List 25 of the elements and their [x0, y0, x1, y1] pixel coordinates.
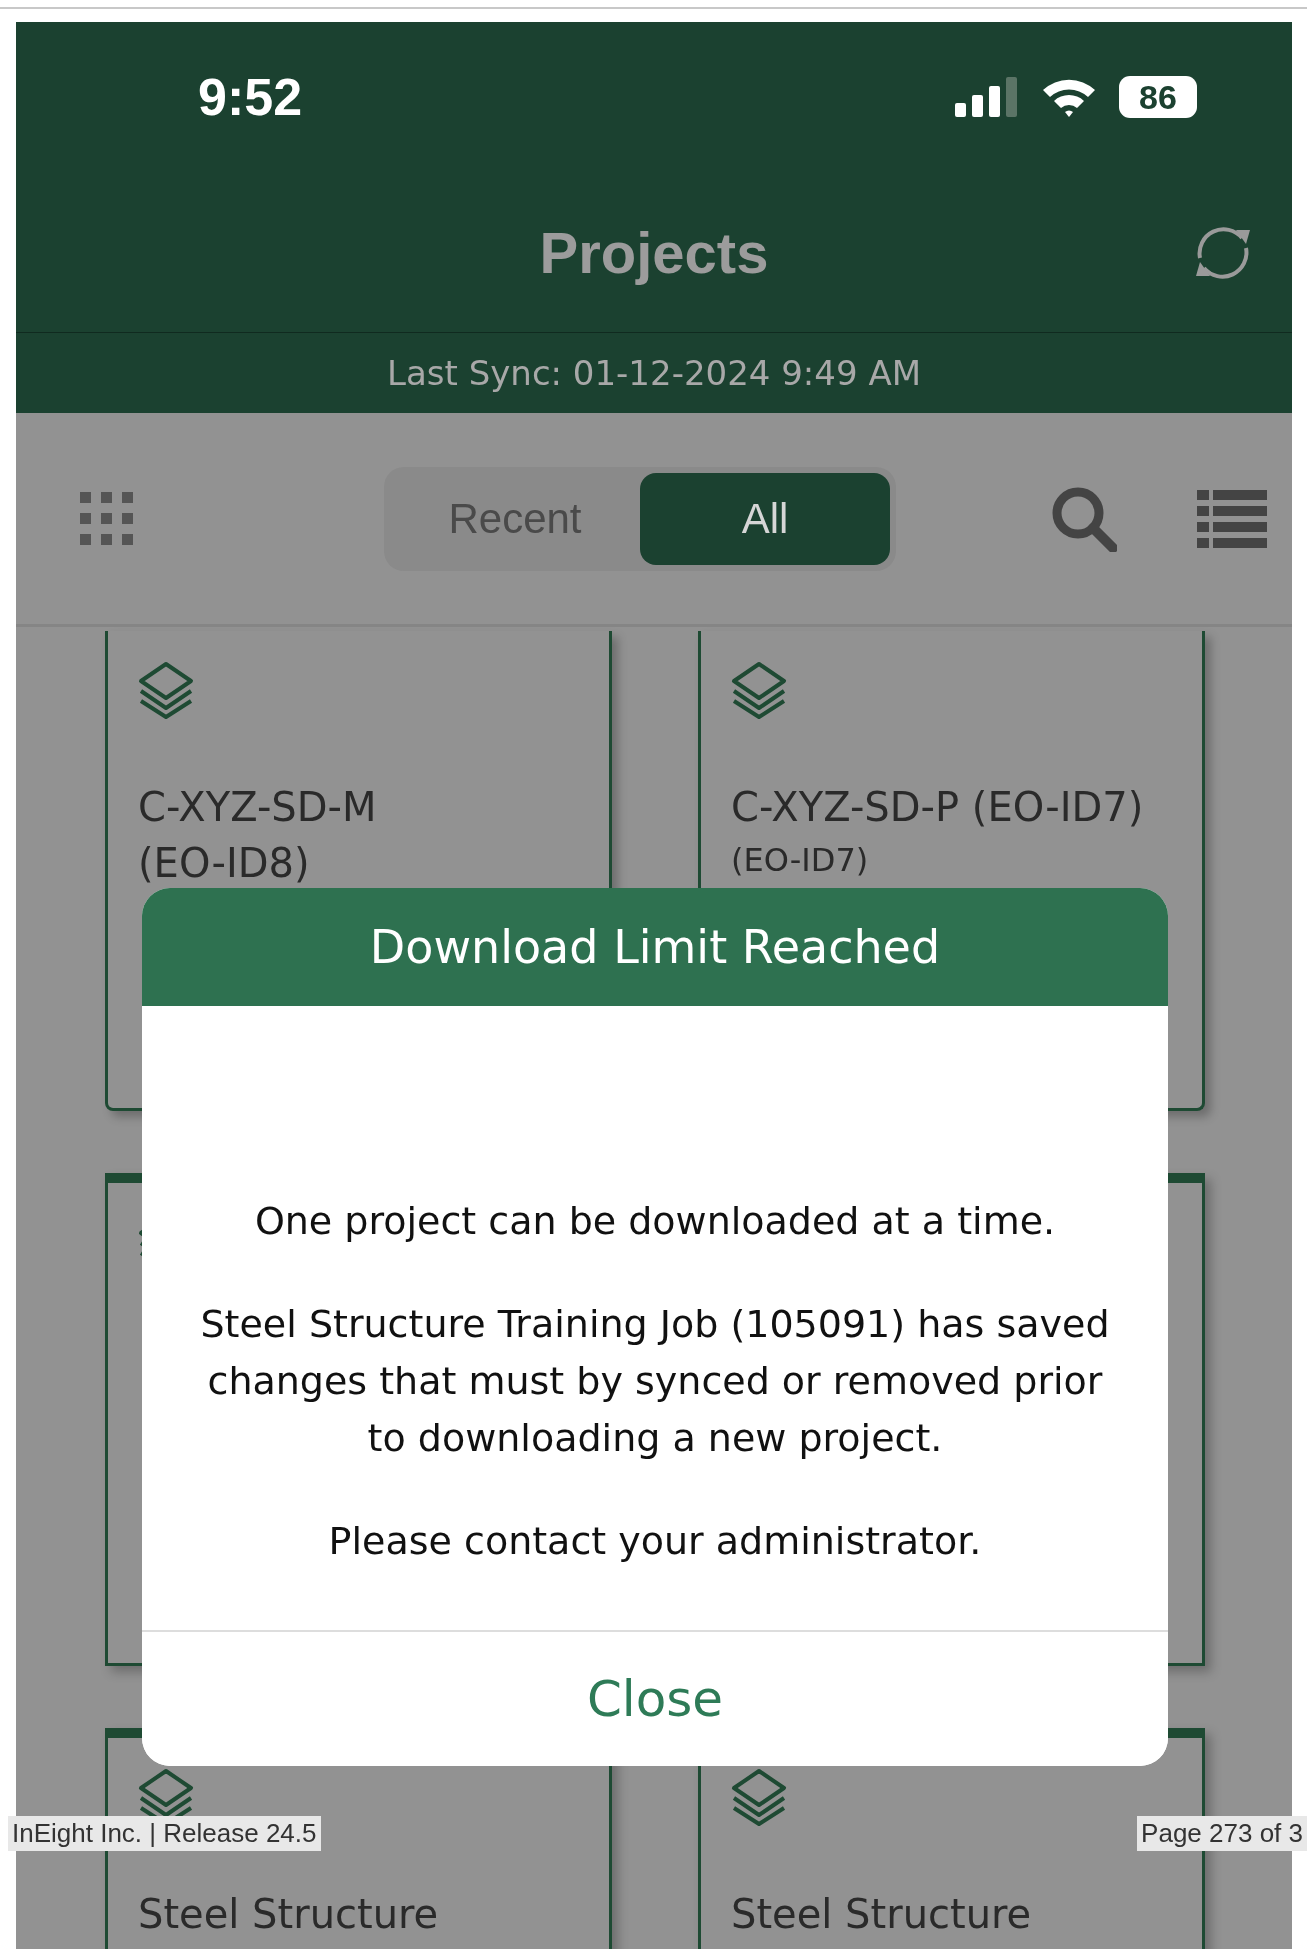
- dialog-message: Please contact your administrator.: [327, 1518, 983, 1565]
- dialog-message: Steel Structure Training Job (105091) has saved changes that must by synced or removed prior to downloading a new project.: [199, 1301, 1111, 1462]
- footer-text: InEight Inc. | Release 24.5: [8, 1816, 321, 1851]
- filter-tab[interactable]: Recent: [390, 472, 640, 565]
- project-name: Steel Structure: [731, 1890, 1033, 1939]
- search-icon[interactable]: [1051, 485, 1117, 552]
- filter-tab[interactable]: All: [640, 472, 890, 565]
- grid-icon[interactable]: [80, 491, 134, 546]
- close-button[interactable]: Close: [142, 1630, 1168, 1766]
- project-name: (EO-ID8): [138, 839, 311, 888]
- layers-icon: [731, 1768, 787, 1826]
- layers-icon: [731, 661, 787, 719]
- dialog-message: One project can be downloaded at a time.: [253, 1198, 1057, 1245]
- list-view-icon[interactable]: [1197, 489, 1267, 548]
- project-id: (EO-ID7): [731, 841, 870, 879]
- battery-level: 86: [1139, 77, 1177, 117]
- project-name: C-XYZ-SD-P (EO-ID7): [731, 783, 1145, 832]
- last-sync-text: Last Sync: 01-12-2024 9:49 AM: [387, 353, 921, 393]
- page-number: Page 273 of 3: [1137, 1816, 1307, 1851]
- project-name: Steel Structure: [138, 1890, 440, 1939]
- screen-title: Projects: [539, 218, 769, 286]
- layers-icon: [138, 661, 194, 719]
- project-name: C-XYZ-SD-M: [138, 783, 378, 832]
- signal-icon: [955, 77, 1019, 117]
- status-time: 9:52: [198, 67, 303, 127]
